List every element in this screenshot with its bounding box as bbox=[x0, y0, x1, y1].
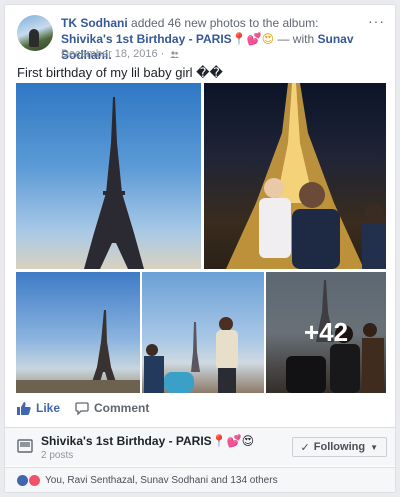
following-button[interactable]: ✓ Following ▼ bbox=[291, 437, 387, 457]
chevron-down-icon: ▼ bbox=[370, 442, 378, 452]
reactions-summary[interactable]: You, Ravi Senthazal, Sunav Sodhani and 1… bbox=[45, 475, 278, 486]
night-scene-illustration bbox=[226, 83, 386, 269]
eiffel-distance-illustration bbox=[16, 310, 140, 393]
author-link[interactable]: TK Sodhani bbox=[61, 16, 128, 30]
like-reaction-icon bbox=[17, 475, 28, 486]
date-text[interactable]: December 18, 2016 · bbox=[61, 48, 164, 60]
following-label: Following bbox=[313, 441, 366, 453]
album-icon bbox=[17, 439, 33, 453]
reaction-icons[interactable] bbox=[17, 475, 41, 486]
check-icon: ✓ bbox=[300, 441, 310, 454]
like-label: Like bbox=[36, 401, 61, 415]
hearts-emoji: 💕 bbox=[246, 32, 262, 46]
post-caption: First birthday of my lil baby girl �� bbox=[17, 65, 223, 80]
photo-eiffel-night-family[interactable] bbox=[204, 83, 386, 269]
trocadero-illustration bbox=[144, 317, 238, 393]
album-title[interactable]: Shivika's 1st Birthday - PARIS📍💕😍 bbox=[41, 434, 254, 448]
photo-trocadero[interactable] bbox=[142, 272, 264, 393]
thumbs-up-icon bbox=[17, 402, 31, 415]
comment-button[interactable]: Comment bbox=[75, 401, 149, 415]
reactions-bar: You, Ravi Senthazal, Sunav Sodhani and 1… bbox=[5, 467, 395, 492]
more-photos-count[interactable]: +42 bbox=[266, 272, 386, 393]
smile-emoji: 😍 bbox=[261, 32, 275, 46]
album-post-count: 2 posts bbox=[41, 450, 74, 461]
post-card: TK Sodhani added 46 new photos to the al… bbox=[4, 4, 396, 493]
album-title-emoji: 📍💕😍 bbox=[211, 434, 255, 448]
pin-emoji: 📍 bbox=[231, 32, 247, 46]
photo-eiffel-day[interactable] bbox=[16, 83, 201, 269]
with-text: — with bbox=[277, 32, 315, 46]
photo-eiffel-distance[interactable] bbox=[16, 272, 140, 393]
post-action-text: added 46 new photos to the album: bbox=[131, 16, 319, 30]
album-bar: Shivika's 1st Birthday - PARIS📍💕😍 2 post… bbox=[5, 427, 395, 466]
photo-grid: +42 bbox=[16, 83, 386, 393]
post-header: TK Sodhani added 46 new photos to the al… bbox=[17, 13, 385, 62]
more-options-icon[interactable]: ··· bbox=[368, 13, 385, 29]
avatar-figure bbox=[29, 29, 39, 47]
album-title-text: Shivika's 1st Birthday - PARIS bbox=[41, 434, 212, 448]
eiffel-tower-illustration bbox=[84, 97, 144, 269]
friends-icon[interactable] bbox=[170, 50, 180, 58]
comment-label: Comment bbox=[94, 401, 150, 415]
like-button[interactable]: Like bbox=[17, 401, 60, 415]
avatar[interactable] bbox=[17, 15, 53, 51]
photo-more[interactable]: +42 bbox=[266, 272, 386, 393]
album-link[interactable]: Shivika's 1st Birthday - PARIS bbox=[61, 32, 232, 46]
post-date: December 18, 2016 · bbox=[61, 48, 180, 60]
love-reaction-icon bbox=[29, 475, 40, 486]
comment-icon bbox=[75, 402, 89, 415]
